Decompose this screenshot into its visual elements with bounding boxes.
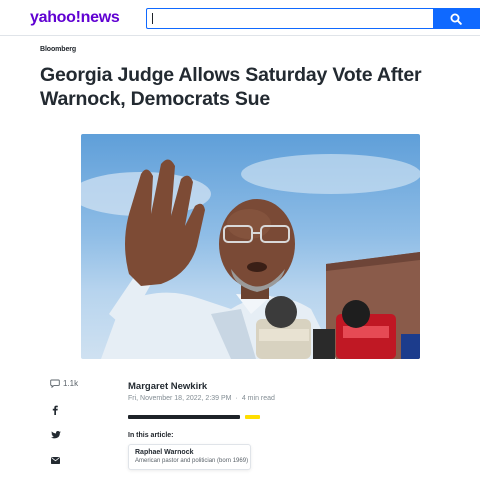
search-button[interactable]	[433, 8, 480, 29]
article-headline: Georgia Judge Allows Saturday Vote After…	[40, 64, 422, 110]
share-twitter-button[interactable]	[51, 431, 61, 439]
author-name[interactable]: Margaret Newkirk	[128, 381, 207, 392]
comments-link[interactable]: 1.1k	[50, 379, 78, 388]
yahoo-news-logo[interactable]: yahoo!news	[30, 9, 120, 27]
hero-image[interactable]	[81, 134, 420, 359]
read-time: 4 min read	[241, 395, 275, 402]
entity-card[interactable]: Raphael Warnock American pastor and poli…	[128, 444, 251, 470]
search-box	[146, 8, 480, 29]
comment-icon	[50, 379, 60, 388]
share-email-button[interactable]	[51, 457, 60, 464]
comments-count: 1.1k	[63, 379, 79, 388]
meta-separator: ·	[235, 395, 238, 402]
share-facebook-button[interactable]	[52, 405, 58, 415]
in-this-article-label: In this article:	[128, 432, 174, 439]
progress-track	[128, 415, 240, 419]
site-header: yahoo!news	[0, 0, 480, 36]
search-icon	[450, 13, 462, 25]
entity-name: Raphael Warnock	[135, 449, 194, 456]
mail-icon	[51, 457, 60, 464]
search-input[interactable]	[151, 11, 431, 26]
provider-name[interactable]: Bloomberg	[40, 46, 76, 53]
article-meta: Fri, November 18, 2022, 2:39 PM · 4 min re…	[128, 395, 275, 402]
publish-date: Fri, November 18, 2022, 2:39 PM	[128, 395, 232, 402]
twitter-icon	[51, 431, 61, 439]
text-cursor	[152, 13, 153, 24]
progress-accent	[245, 415, 260, 419]
facebook-icon	[52, 405, 58, 415]
entity-description: American pastor and politician (born 196…	[135, 458, 249, 464]
read-progress-bar	[128, 415, 260, 419]
